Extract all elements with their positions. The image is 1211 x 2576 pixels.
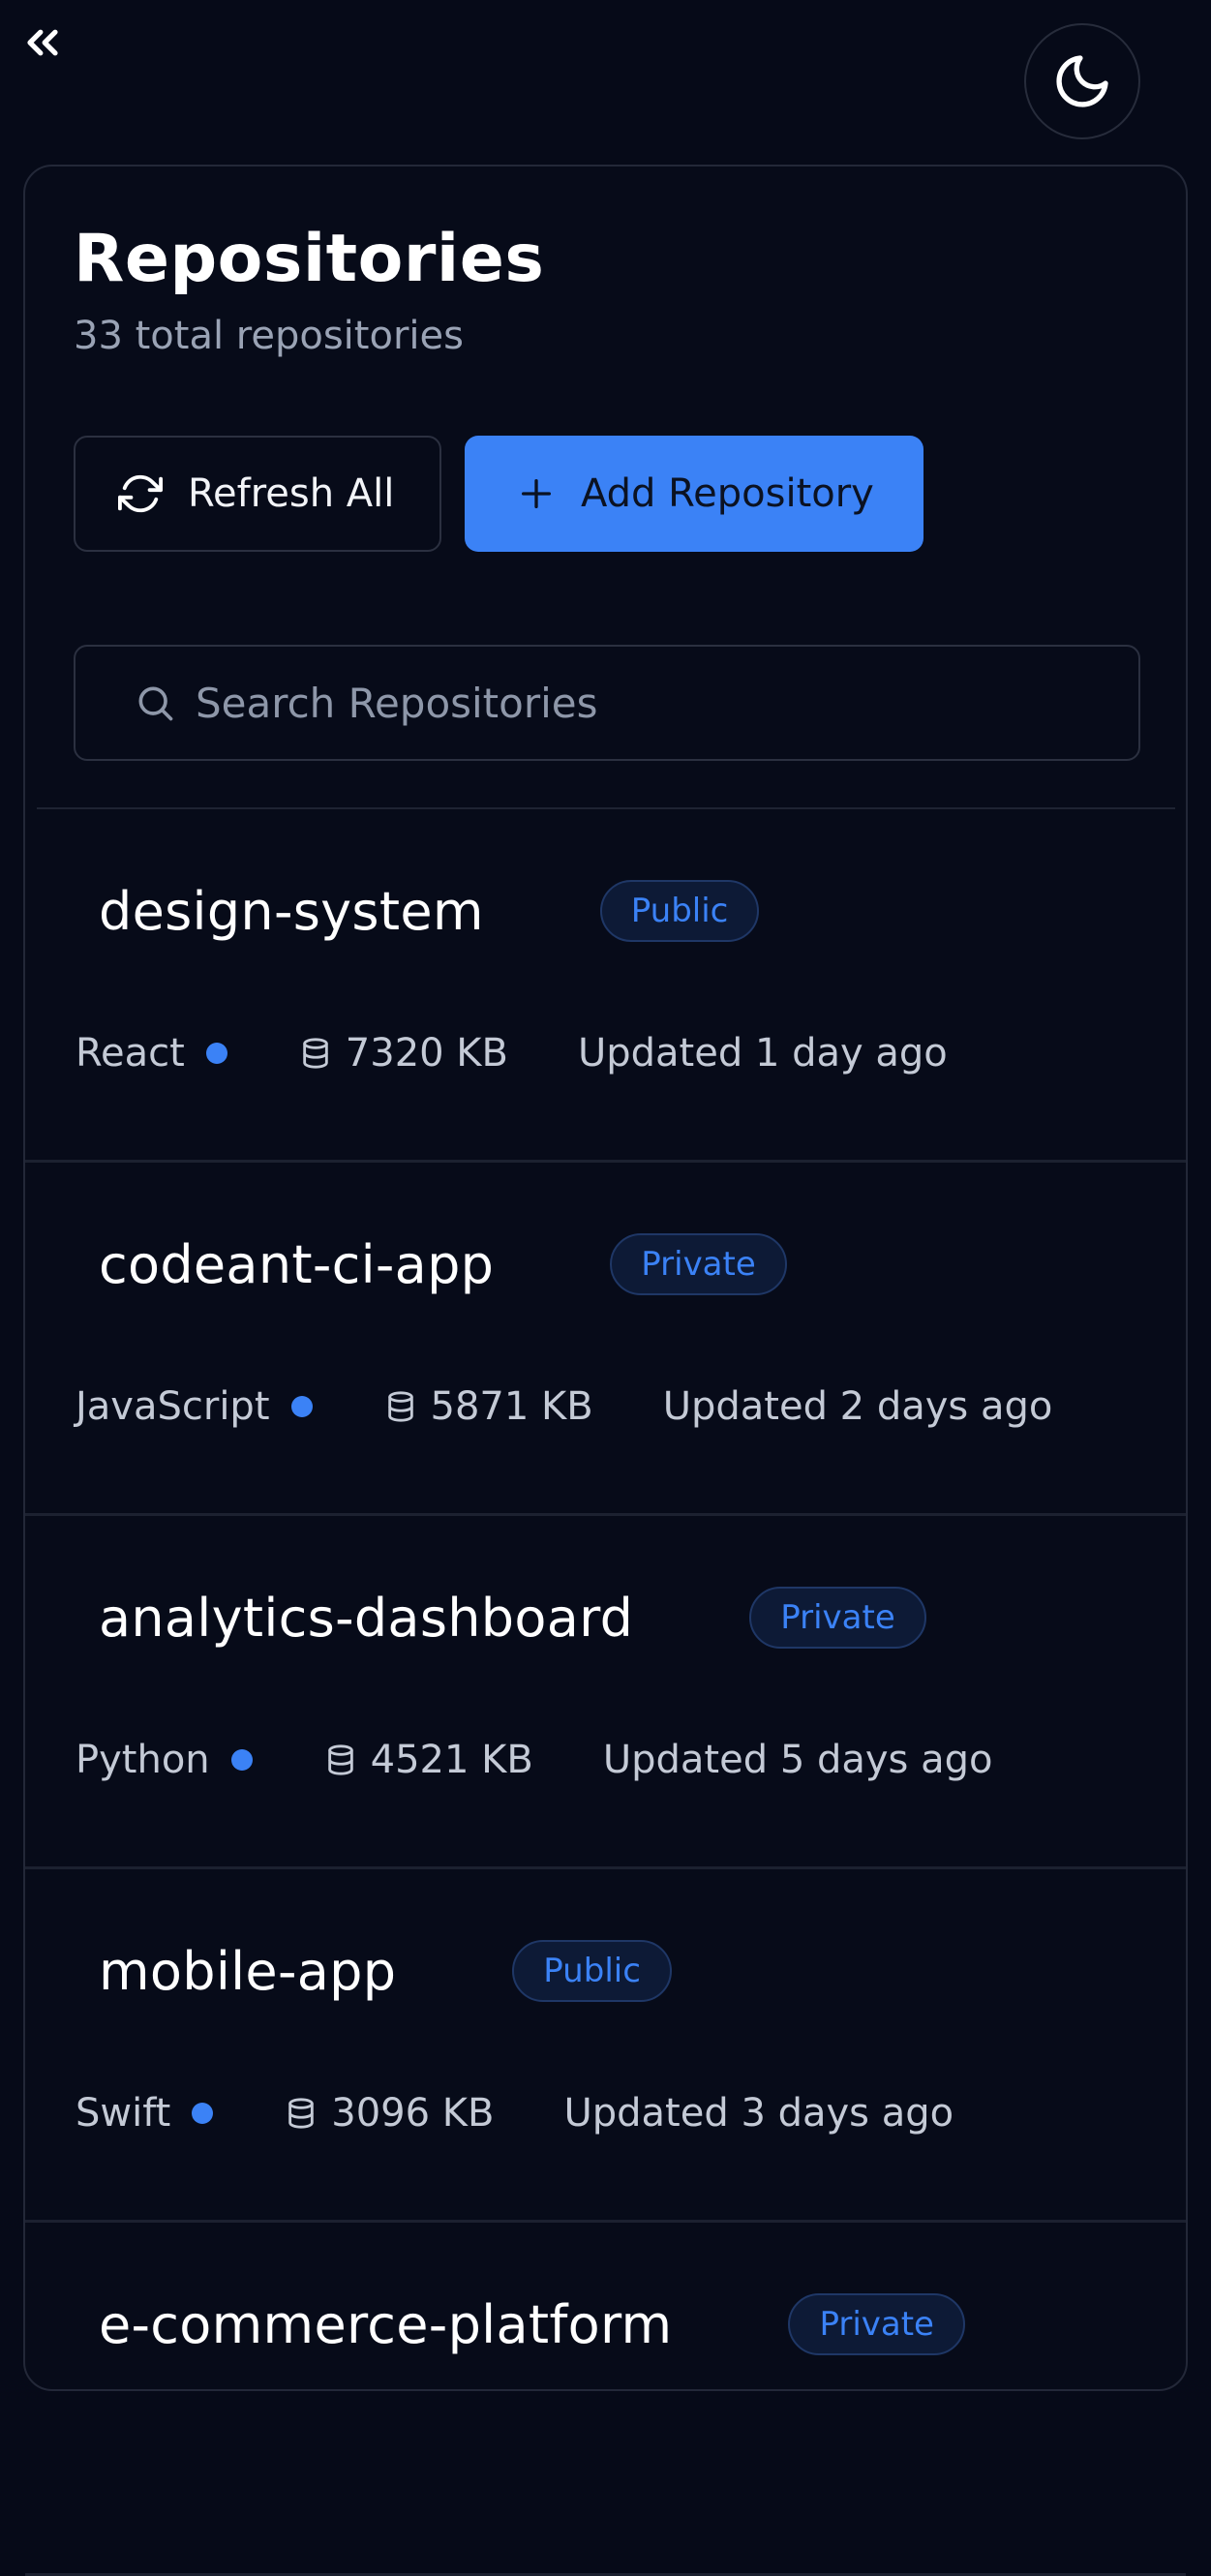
visibility-badge: Private <box>788 2293 965 2355</box>
language-label: Python <box>76 1738 210 1782</box>
repository-size: 7320 KB <box>299 1031 508 1076</box>
add-repository-button[interactable]: Add Repository <box>465 436 923 552</box>
visibility-badge: Public <box>512 1940 672 2002</box>
updated-label: Updated 3 days ago <box>563 2091 954 2136</box>
repository-row[interactable]: codeant-ci-app Private JavaScript 5871 K… <box>25 1163 1186 1516</box>
repository-name: design-system <box>99 880 484 942</box>
repository-row[interactable]: e-commerce-platform Private <box>25 2223 1186 2576</box>
database-icon <box>387 1391 413 1422</box>
language-dot <box>205 1043 227 1064</box>
language-label: React <box>76 1031 185 1076</box>
repository-header: mobile-app Public <box>99 1937 672 2005</box>
repository-count: 33 total repositories <box>74 314 464 358</box>
repository-list: design-system Public React 7320 KB Updat… <box>25 809 1186 2576</box>
size-label: 4521 KB <box>370 1738 533 1782</box>
repository-size: 3096 KB <box>285 2091 494 2136</box>
search-input[interactable] <box>196 679 1067 727</box>
refresh-all-label: Refresh All <box>188 471 395 516</box>
language-dot <box>290 1396 313 1417</box>
repository-row[interactable]: mobile-app Public Swift 3096 KB Updated … <box>25 1869 1186 2223</box>
repository-size: 5871 KB <box>384 1384 593 1429</box>
size-label: 7320 KB <box>345 1031 508 1076</box>
repository-meta: JavaScript 5871 KB Updated 2 days ago <box>76 1379 1052 1434</box>
top-bar <box>0 0 1211 155</box>
updated-label: Updated 5 days ago <box>602 1738 993 1782</box>
language-dot <box>192 2103 214 2124</box>
visibility-badge: Private <box>610 1233 787 1295</box>
language-label: JavaScript <box>76 1384 270 1429</box>
repository-name: e-commerce-platform <box>99 2293 673 2355</box>
repository-name: codeant-ci-app <box>99 1233 495 1295</box>
repository-meta: Python 4521 KB Updated 5 days ago <box>76 1733 992 1787</box>
repository-meta: React 7320 KB Updated 1 day ago <box>76 1026 948 1080</box>
repository-header: e-commerce-platform Private <box>99 2290 965 2358</box>
database-icon <box>327 1744 353 1775</box>
repository-meta: Swift 3096 KB Updated 3 days ago <box>76 2086 954 2140</box>
repository-row[interactable]: analytics-dashboard Private Python 4521 … <box>25 1516 1186 1869</box>
moon-icon <box>1056 55 1108 107</box>
size-label: 5871 KB <box>430 1384 593 1429</box>
language-label: Swift <box>76 2091 171 2136</box>
plus-icon <box>522 479 551 508</box>
updated-label: Updated 2 days ago <box>662 1384 1053 1429</box>
chevrons-left-icon <box>27 29 58 56</box>
repository-name: analytics-dashboard <box>99 1587 634 1649</box>
updated-label: Updated 1 day ago <box>577 1031 948 1076</box>
database-icon <box>288 2098 315 2129</box>
refresh-all-button[interactable]: Refresh All <box>74 436 441 552</box>
repository-header: codeant-ci-app Private <box>99 1230 787 1298</box>
repository-header: analytics-dashboard Private <box>99 1584 926 1652</box>
repository-row[interactable]: design-system Public React 7320 KB Updat… <box>25 809 1186 1163</box>
page-title: Repositories <box>74 221 545 297</box>
repository-size: 4521 KB <box>324 1738 533 1782</box>
visibility-badge: Public <box>599 880 760 942</box>
repository-name: mobile-app <box>99 1940 397 2002</box>
refresh-icon <box>118 474 163 513</box>
repositories-panel: Repositories 33 total repositories Refre… <box>23 165 1188 2576</box>
collapse-sidebar-button[interactable] <box>14 14 72 72</box>
add-repository-label: Add Repository <box>581 471 874 516</box>
repository-header: design-system Public <box>99 877 760 945</box>
search-box <box>74 645 1140 761</box>
database-icon <box>303 1038 328 1069</box>
language-dot <box>230 1749 253 1771</box>
search-icon <box>138 686 173 721</box>
size-label: 3096 KB <box>331 2091 495 2136</box>
visibility-badge: Private <box>749 1587 926 1649</box>
theme-toggle-button[interactable] <box>1024 23 1140 139</box>
